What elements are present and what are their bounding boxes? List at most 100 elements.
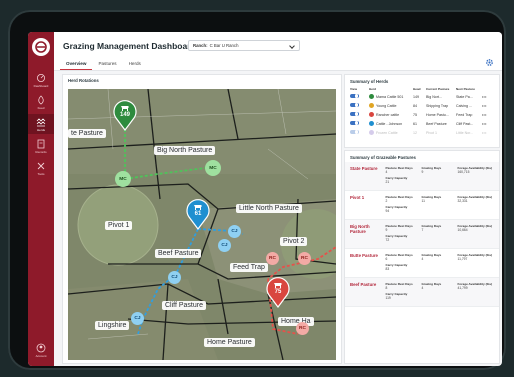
pasture-row[interactable]: Beef Pasture Pasture Rest Days 8 Grazing … (345, 278, 499, 307)
pasture-label: Pivot 1 (105, 221, 133, 230)
current-pasture: Pivot 1 (426, 130, 437, 135)
herd-color-icon (369, 103, 374, 108)
herd-marker[interactable]: CJ (218, 239, 231, 252)
settings-icon[interactable] (485, 58, 494, 67)
current-pasture: Home Pastu... (426, 112, 449, 117)
herd-name: Mama Cattle 501 (376, 94, 404, 99)
sidebar-item-dashboard[interactable]: Dashboard (28, 70, 54, 90)
pasture-name[interactable]: Butte Pasture (350, 253, 386, 273)
pasture-label: Little North Pasture (236, 204, 302, 213)
more-options-icon[interactable]: ••• (482, 104, 490, 108)
pasture-name[interactable]: Big North Pasture (350, 224, 386, 244)
next-pasture: State Pa... (456, 94, 473, 99)
table-row[interactable]: Cattle - Johnson 61 Beef Pasture Cliff P… (345, 119, 499, 128)
sidebar-item-records[interactable]: Records (28, 136, 54, 156)
tab-herds[interactable]: Herds (123, 59, 147, 70)
grazing-days-value: 4 (421, 286, 424, 290)
next-pasture: Calving ... (456, 103, 472, 108)
app-screen: Dashboard Feed Herds Records Tools Accou… (28, 32, 502, 366)
current-pasture: Beef Pasture (426, 121, 447, 126)
forage-value: 160,715 (457, 170, 470, 174)
cow-icon (121, 106, 129, 111)
view-toggle[interactable] (350, 93, 359, 99)
sidebar-item-label: Feed (37, 105, 45, 110)
herd-marker[interactable]: RC (266, 252, 279, 265)
pasture-label: Big North Pasture (154, 146, 216, 155)
herd-color-icon (369, 130, 374, 135)
app-logo[interactable] (32, 38, 50, 56)
sidebar-item-label: Account (35, 353, 47, 358)
herd-marker[interactable]: CJ (228, 225, 241, 238)
herd-name: Cattle - Johnson (376, 121, 403, 126)
herd-head: 61 (413, 121, 417, 126)
right-column: Summary of Herds View Herd Head Current … (344, 74, 500, 364)
herd-marker[interactable]: RC (296, 322, 309, 335)
table-row[interactable]: Young Cattle 84 Shipping Trap Calving ..… (345, 101, 499, 110)
sidebar-item-herds[interactable]: Herds (28, 114, 54, 134)
pasture-row[interactable]: Big North Pasture Pasture Rest Days 9 Gra… (345, 220, 499, 249)
more-options-icon[interactable]: ••• (482, 113, 490, 117)
more-options-icon[interactable]: ••• (482, 131, 490, 135)
sidebar-item-label: Tools (37, 171, 45, 176)
pasture-name[interactable]: Beef Pasture (350, 282, 386, 302)
next-pasture: Feed Trap (456, 112, 473, 117)
account-icon (36, 343, 46, 352)
sidebar-item-feed[interactable]: Feed (28, 92, 54, 112)
ranch-select[interactable]: Ranch: C Bar U Ranch (188, 40, 300, 51)
table-row[interactable]: Rancher cattle 75 Home Pastu... Feed Tra… (345, 110, 499, 119)
table-row[interactable]: Frozen Cattle 12 Pivot 1 Little Nor... •… (345, 128, 499, 137)
column-header: Current Pasture (426, 87, 450, 91)
herd-marker[interactable]: CJ (168, 271, 181, 284)
carry-capacity-value: 83 (385, 267, 390, 271)
pasture-row[interactable]: Pivot 1 Pasture Rest Days 2 Grazing Days 1… (345, 191, 499, 220)
sidebar-item-account[interactable]: Account (28, 340, 54, 360)
column-header: Head (413, 87, 421, 91)
column-header: Next Pasture (456, 87, 475, 91)
carry-capacity-value: 72 (385, 238, 390, 242)
cow-icon (194, 205, 202, 210)
herd-color-icon (369, 121, 374, 126)
carry-capacity-value: 94 (385, 209, 390, 213)
cow-icon (274, 283, 282, 288)
current-pasture: Shipping Trap (426, 103, 449, 108)
sidebar-item-label: Records (35, 149, 47, 154)
herd-marker[interactable]: MC (205, 160, 221, 176)
herd-marker[interactable]: CJ (131, 312, 144, 325)
herd-pin-green[interactable]: 149 (112, 99, 138, 131)
dashboard-icon (37, 73, 45, 82)
rest-days-value: 2 (385, 199, 388, 203)
pasture-row[interactable]: Butte Pasture Pasture Rest Days 6 Grazing… (345, 249, 499, 278)
pastures-summary-panel: Summary of Grazeable Pastures State Past… (344, 150, 500, 364)
view-toggle[interactable] (350, 129, 359, 135)
pasture-row[interactable]: State Pasture Pasture Rest Days 4 Grazing… (345, 162, 499, 191)
herd-pin-count: 61 (194, 211, 202, 217)
pasture-name[interactable]: State Pasture (350, 166, 386, 186)
herd-pin-count: 149 (119, 112, 130, 118)
herd-head: 84 (413, 103, 417, 108)
table-row[interactable]: Mama Cattle 501 149 Big Nort... State Pa… (345, 92, 499, 101)
tab-pastures[interactable]: Pastures (92, 59, 122, 70)
more-options-icon[interactable]: ••• (482, 122, 490, 126)
forage-value: 10,664 (457, 228, 468, 232)
view-toggle[interactable] (350, 120, 359, 126)
herds-summary-title: Summary of Herds (350, 79, 389, 84)
view-toggle[interactable] (350, 102, 359, 108)
pastures-summary-title: Summary of Grazeable Pastures (350, 155, 416, 160)
herds-summary-panel: Summary of Herds View Herd Head Current … (344, 74, 500, 148)
sidebar-item-tools[interactable]: Tools (28, 158, 54, 178)
herd-marker[interactable]: RC (298, 252, 311, 265)
chevron-down-icon (289, 43, 295, 49)
ranch-select-label: Ranch: (193, 43, 208, 48)
pasture-label: Lingshire (95, 321, 130, 330)
view-toggle[interactable] (350, 111, 359, 117)
sidebar: Dashboard Feed Herds Records Tools Accou… (28, 32, 54, 366)
more-options-icon[interactable]: ••• (482, 95, 490, 99)
pasture-label: Feed Trap (230, 263, 268, 272)
ranch-map[interactable]: te Pasture Big North Pasture Little Nort… (68, 89, 336, 360)
pasture-name[interactable]: Pivot 1 (350, 195, 386, 215)
forage-value: 32,331 (457, 199, 468, 203)
tab-overview[interactable]: Overview (60, 59, 93, 70)
herd-pin-blue[interactable]: 61 (185, 198, 211, 230)
carry-capacity-value: 21 (385, 180, 390, 184)
herd-pin-red[interactable]: 75 (265, 276, 291, 308)
